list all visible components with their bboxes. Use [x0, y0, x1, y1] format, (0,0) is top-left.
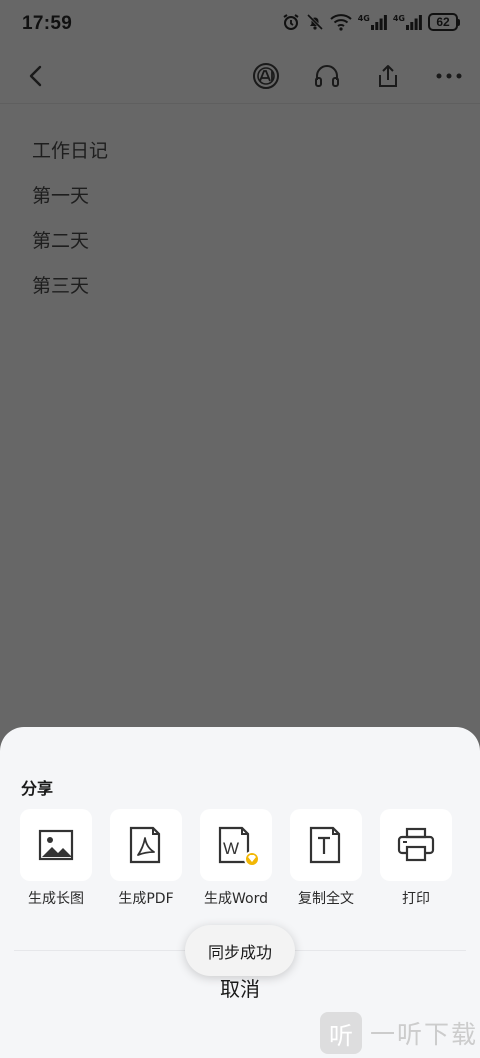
- headphones-icon: [315, 65, 339, 87]
- share-button[interactable]: [370, 58, 406, 94]
- watermark-logo: 听: [320, 1012, 362, 1054]
- note-line: 第一天: [32, 185, 90, 207]
- status-time: 17:59: [22, 13, 73, 34]
- note-line: 第二天: [32, 230, 90, 252]
- text-copy-icon: [309, 826, 341, 864]
- mute-bell-icon: [306, 13, 324, 31]
- alarm-icon: [282, 13, 300, 31]
- more-icon: [436, 73, 462, 79]
- signal-icon: 4G: [358, 14, 387, 30]
- share-icon: [379, 65, 397, 87]
- premium-badge-icon: [244, 851, 260, 867]
- generate-pdf-button[interactable]: 生成PDF: [110, 809, 182, 908]
- action-label: 生成长图: [28, 891, 84, 907]
- note-line: 第三天: [32, 275, 90, 297]
- action-tile[interactable]: W: [200, 809, 272, 881]
- share-sheet-title: 分享: [21, 779, 54, 798]
- action-tile[interactable]: [290, 809, 362, 881]
- back-button[interactable]: [19, 58, 55, 94]
- action-tile[interactable]: [20, 809, 92, 881]
- battery-icon: 62: [428, 13, 460, 31]
- note-line: 工作日记: [32, 140, 109, 162]
- status-icons: 4G 4G 62: [282, 13, 460, 31]
- ai-button[interactable]: [248, 58, 284, 94]
- cancel-button[interactable]: 取消: [190, 973, 290, 1003]
- wifi-icon: [330, 13, 352, 31]
- action-label: 生成Word: [204, 891, 268, 907]
- listen-button[interactable]: [309, 58, 345, 94]
- action-tile[interactable]: [110, 809, 182, 881]
- watermark: 听 一听下载: [320, 1012, 478, 1054]
- action-tile[interactable]: [380, 809, 452, 881]
- share-actions: 生成长图 生成PDF W 生成Word 复制全文 打印: [20, 809, 470, 908]
- pdf-icon: [129, 826, 161, 864]
- action-label: 生成PDF: [118, 891, 174, 907]
- action-label: 复制全文: [298, 891, 354, 907]
- image-icon: [38, 829, 74, 861]
- svg-text:W: W: [223, 839, 239, 858]
- battery-level: 62: [428, 13, 458, 31]
- printer-icon: [397, 827, 435, 862]
- generate-word-button[interactable]: W 生成Word: [200, 809, 272, 908]
- ai-icon: [253, 63, 279, 89]
- signal-icon: 4G: [393, 14, 422, 30]
- generate-long-image-button[interactable]: 生成长图: [20, 809, 92, 908]
- copy-full-text-button[interactable]: 复制全文: [290, 809, 362, 908]
- print-button[interactable]: 打印: [380, 809, 452, 908]
- sync-success-toast: 同步成功: [185, 925, 295, 976]
- watermark-text: 一听下载: [370, 1020, 479, 1049]
- note-content[interactable]: 工作日记 第一天 第二天 第三天: [32, 136, 108, 316]
- back-arrow-icon: [29, 65, 42, 87]
- more-button[interactable]: [431, 58, 467, 94]
- action-label: 打印: [402, 891, 430, 907]
- note-toolbar: [0, 48, 480, 104]
- status-bar: 17:59 4G 4G 62: [0, 0, 480, 48]
- share-sheet: 分享 生成长图 生成PDF W 生成Word 复制全文 打印 取消: [0, 727, 480, 1058]
